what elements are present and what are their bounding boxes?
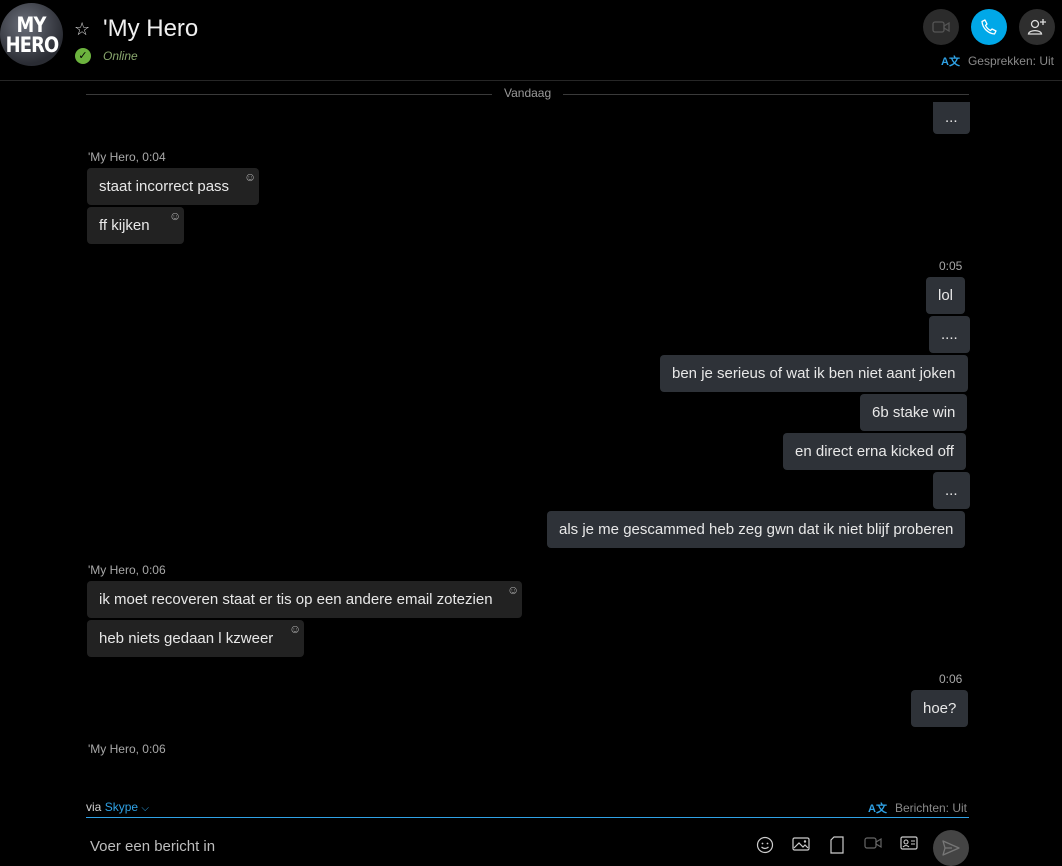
image-icon[interactable] [791,836,811,856]
service-name: Skype [104,800,139,814]
date-divider-label: Vandaag [492,86,564,100]
emoji-reaction-icon[interactable]: ☺ [507,584,519,596]
emoji-reaction-icon[interactable]: ☺ [289,623,301,635]
online-status-icon: ✓ [75,48,91,64]
audio-call-button[interactable] [971,9,1007,45]
message-bubble-incoming[interactable]: staat incorrect pass ☺ [87,168,259,205]
message-translator-toggle[interactable]: A文 Berichten: Uit [868,800,967,816]
message-bubble-outgoing[interactable]: lol [926,277,966,314]
message-sender-time: 'My Hero, 0:06 [88,563,166,577]
emoji-reaction-icon[interactable]: ☺ [244,171,256,183]
message-bubble-outgoing[interactable]: hoe? [911,690,969,727]
message-sender-time: 'My Hero, 0:04 [88,150,166,164]
status-text: Online [103,49,138,63]
avatar[interactable]: MY HERO [0,3,63,66]
message-text: staat incorrect pass [99,178,230,195]
message-text: heb niets gedaan l kzweer [99,630,274,647]
message-text: ik moet recoveren staat er tis op een an… [99,591,493,608]
message-time: 0:05 [939,259,963,273]
star-icon[interactable]: ☆ [74,20,92,38]
message-sender-time: 'My Hero, 0:06 [88,742,166,756]
message-bubble-outgoing[interactable]: ... [933,102,970,134]
contact-card-icon[interactable] [899,836,919,856]
message-bubble-outgoing[interactable]: 6b stake win [860,394,968,431]
translator-icon: A文 [941,56,960,68]
chevron-down-icon: ⌵ [141,803,149,814]
conversation-translator-toggle[interactable]: A文 Gesprekken: Uit [941,53,1054,69]
message-bubble-outgoing[interactable]: .... [929,316,970,353]
emoji-icon[interactable] [755,836,775,856]
video-call-button[interactable] [923,9,959,45]
avatar-text-line2: HERO [5,32,59,57]
message-bubble-outgoing[interactable]: ben je serieus of wat ik ben niet aant j… [660,355,968,392]
contact-name[interactable]: 'My Hero [103,15,198,43]
compose-divider [86,817,969,818]
send-via-selector[interactable]: via Skype ⌵ [86,800,149,814]
message-bubble-outgoing[interactable]: ... [933,472,970,509]
translator-icon: A文 [868,803,887,815]
message-bubble-incoming[interactable]: heb niets gedaan l kzweer ☺ [87,620,304,657]
message-bubble-outgoing[interactable]: als je me gescammed heb zeg gwn dat ik n… [547,511,966,548]
message-bubble-incoming[interactable]: ff kijken ☺ [87,207,184,244]
send-button[interactable] [933,830,969,866]
message-text: ff kijken [99,217,150,234]
file-icon[interactable] [827,836,847,856]
conversation-translator-label: Gesprekken: Uit [967,54,1054,68]
emoji-reaction-icon[interactable]: ☺ [169,210,181,222]
add-person-icon [1027,19,1046,35]
chat-header: MY HERO ☆ 'My Hero ✓ Online A文 Gesprekken… [0,0,1062,81]
avatar-text-line1: MY [16,12,47,37]
message-input[interactable]: Voer een bericht in [90,838,215,855]
video-camera-icon [932,21,950,33]
phone-icon [981,19,997,35]
send-icon [942,840,960,856]
message-time: 0:06 [939,672,963,686]
video-message-icon[interactable] [863,836,883,856]
via-label: via [86,800,102,814]
message-translator-label: Berichten: Uit [894,801,967,815]
add-people-button[interactable] [1019,9,1055,45]
message-bubble-incoming[interactable]: ik moet recoveren staat er tis op een an… [87,581,522,618]
message-bubble-outgoing[interactable]: en direct erna kicked off [783,433,966,470]
